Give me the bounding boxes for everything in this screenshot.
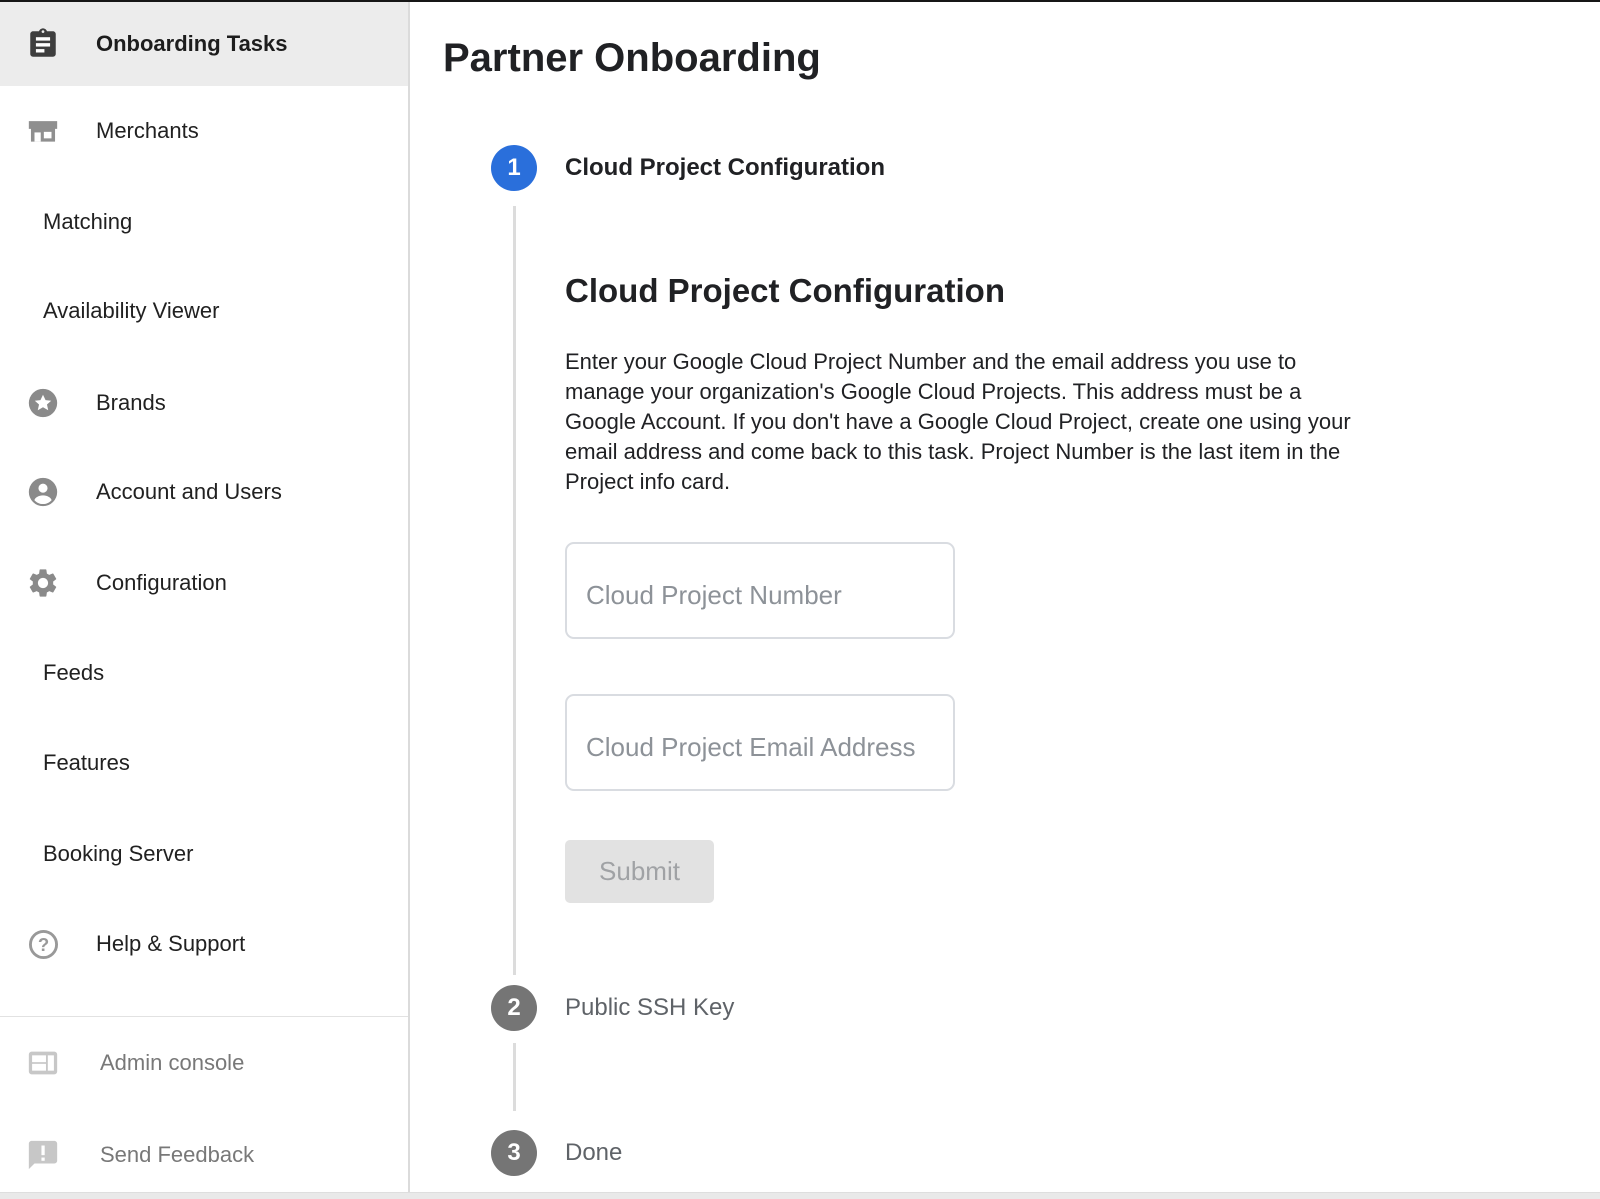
step-2-circle[interactable]: 2 bbox=[491, 985, 537, 1031]
sidebar-item-matching[interactable]: Matching bbox=[0, 177, 408, 267]
star-circle-icon bbox=[26, 386, 60, 420]
description-line: Project info card. bbox=[565, 467, 1515, 497]
step-2-label[interactable]: Public SSH Key bbox=[565, 994, 734, 1022]
gear-icon bbox=[26, 566, 60, 600]
sidebar-item-feeds[interactable]: Feeds bbox=[0, 628, 408, 718]
sidebar-item-booking-server[interactable]: Booking Server bbox=[0, 809, 408, 899]
sidebar: Onboarding Tasks Merchants Matching Avai… bbox=[0, 0, 410, 1199]
submit-button[interactable]: Submit bbox=[565, 840, 714, 903]
sidebar-item-features[interactable]: Features bbox=[0, 718, 408, 808]
sidebar-item-label: Booking Server bbox=[43, 841, 193, 867]
sidebar-item-label: Matching bbox=[43, 209, 132, 235]
partner-onboarding-page: Onboarding Tasks Merchants Matching Avai… bbox=[0, 0, 1600, 1199]
description-line: Enter your Google Cloud Project Number a… bbox=[565, 347, 1515, 377]
cloud-project-email-input[interactable] bbox=[565, 694, 955, 791]
sidebar-item-label: Configuration bbox=[96, 570, 227, 596]
sidebar-divider bbox=[0, 1016, 408, 1017]
step-3-circle[interactable]: 3 bbox=[491, 1130, 537, 1176]
bottom-edge-strip bbox=[0, 1192, 1600, 1199]
sidebar-item-send-feedback[interactable]: Send Feedback bbox=[0, 1110, 408, 1199]
step-content-heading: Cloud Project Configuration bbox=[565, 272, 1005, 310]
step-connector-line bbox=[513, 206, 516, 975]
step-number: 2 bbox=[507, 994, 520, 1022]
help-icon: ? bbox=[26, 927, 60, 961]
sidebar-item-label: Send Feedback bbox=[100, 1142, 254, 1168]
sidebar-item-availability-viewer[interactable]: Availability Viewer bbox=[0, 266, 408, 356]
sidebar-item-label: Feeds bbox=[43, 660, 104, 686]
sidebar-item-label: Merchants bbox=[96, 118, 199, 144]
cloud-project-number-input[interactable] bbox=[565, 542, 955, 639]
sidebar-item-admin-console[interactable]: Admin console bbox=[0, 1018, 408, 1108]
sidebar-item-label: Availability Viewer bbox=[43, 298, 220, 324]
sidebar-item-configuration[interactable]: Configuration bbox=[0, 538, 408, 628]
window-top-border bbox=[0, 0, 1600, 2]
feedback-icon bbox=[26, 1138, 60, 1172]
step-1-label[interactable]: Cloud Project Configuration bbox=[565, 154, 885, 182]
person-circle-icon bbox=[26, 475, 60, 509]
sidebar-item-account-and-users[interactable]: Account and Users bbox=[0, 447, 408, 537]
step-connector-line bbox=[513, 1043, 516, 1111]
description-line: email address and come back to this task… bbox=[565, 437, 1515, 467]
step-number: 3 bbox=[507, 1139, 520, 1167]
step-number: 1 bbox=[507, 154, 520, 182]
sidebar-item-merchants[interactable]: Merchants bbox=[0, 86, 408, 176]
storefront-icon bbox=[26, 114, 60, 148]
clipboard-icon bbox=[26, 27, 60, 61]
step-content-description: Enter your Google Cloud Project Number a… bbox=[565, 347, 1515, 497]
page-title: Partner Onboarding bbox=[443, 36, 821, 81]
description-line: Google Account. If you don't have a Goog… bbox=[565, 407, 1515, 437]
sidebar-item-help-support[interactable]: ? Help & Support bbox=[0, 899, 408, 989]
web-icon bbox=[26, 1046, 60, 1080]
sidebar-item-brands[interactable]: Brands bbox=[0, 358, 408, 448]
main-content: Partner Onboarding 1 Cloud Project Confi… bbox=[410, 0, 1600, 1199]
sidebar-item-onboarding-tasks[interactable]: Onboarding Tasks bbox=[0, 2, 408, 86]
sidebar-item-label: Brands bbox=[96, 390, 166, 416]
step-3-label[interactable]: Done bbox=[565, 1139, 622, 1167]
sidebar-item-label: Admin console bbox=[100, 1050, 244, 1076]
sidebar-item-label: Features bbox=[43, 750, 130, 776]
sidebar-item-label: Help & Support bbox=[96, 931, 245, 957]
svg-text:?: ? bbox=[37, 933, 48, 954]
description-line: manage your organization's Google Cloud … bbox=[565, 377, 1515, 407]
sidebar-item-label: Account and Users bbox=[96, 479, 282, 505]
sidebar-item-label: Onboarding Tasks bbox=[96, 31, 288, 57]
step-1-circle[interactable]: 1 bbox=[491, 145, 537, 191]
